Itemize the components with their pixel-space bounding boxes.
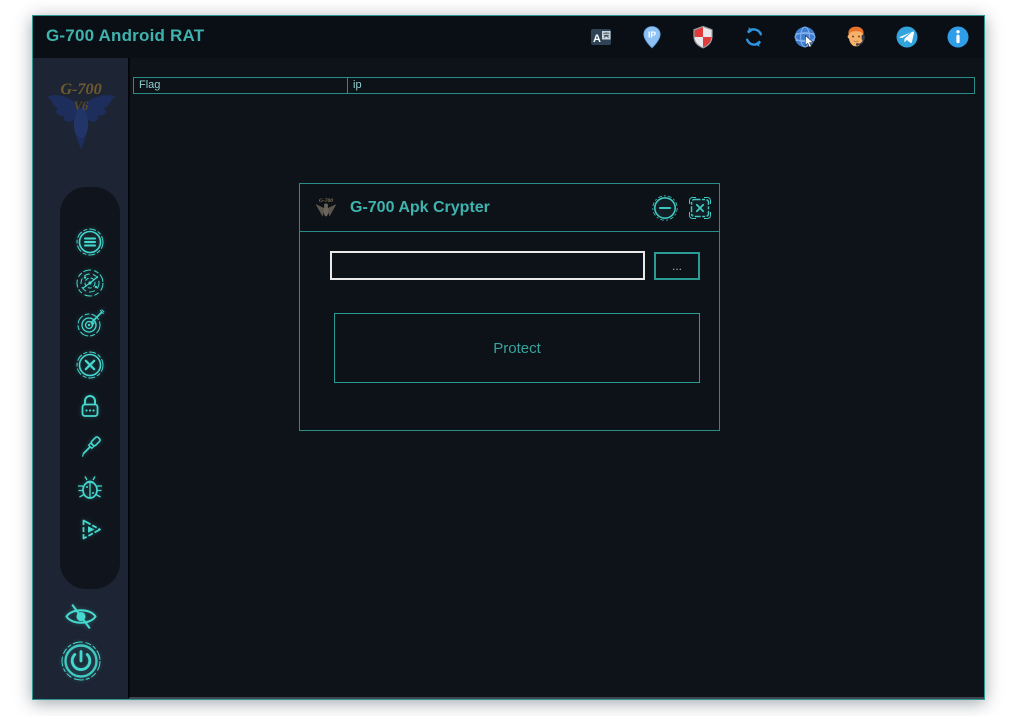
- window-body: G-700 V6: [33, 58, 984, 699]
- info-icon[interactable]: [945, 25, 970, 50]
- ip-pin-icon[interactable]: IP: [639, 25, 664, 50]
- column-header-ip[interactable]: ip: [348, 78, 974, 93]
- protect-button[interactable]: Protect: [334, 313, 700, 383]
- column-header-flag[interactable]: Flag: [134, 78, 348, 93]
- apk-crypter-dialog: G-700 G-700 Apk Crypter: [299, 183, 720, 431]
- app-window: G-700 Android RAT A IP: [32, 15, 985, 700]
- padlock-icon[interactable]: [75, 391, 105, 421]
- ip-pin-label: IP: [647, 30, 655, 40]
- eye-slash-icon[interactable]: [62, 602, 100, 636]
- dialog-title: G-700 Apk Crypter: [350, 184, 490, 232]
- globe-cursor-icon[interactable]: [792, 25, 817, 50]
- close-circle-icon[interactable]: [75, 350, 105, 380]
- translate-icon[interactable]: A: [588, 25, 613, 50]
- minimize-button[interactable]: [652, 195, 678, 221]
- injector-icon[interactable]: [75, 432, 105, 462]
- titlebar[interactable]: G-700 Android RAT A IP: [33, 16, 984, 58]
- menu-circle-icon[interactable]: [75, 227, 105, 257]
- close-button[interactable]: [688, 196, 712, 220]
- desktop-background: G-700 Android RAT A IP: [0, 0, 1019, 716]
- apk-path-input[interactable]: [330, 251, 645, 280]
- logo-version: V6: [73, 99, 88, 113]
- main-panel: Flag ip G-700: [128, 58, 984, 699]
- dialog-header[interactable]: G-700 G-700 Apk Crypter: [300, 184, 719, 232]
- play-build-icon[interactable]: [75, 514, 105, 544]
- sidebar-tool-rail: [60, 187, 120, 589]
- titlebar-toolbar: A IP: [588, 16, 970, 58]
- window-title: G-700 Android RAT: [46, 26, 204, 46]
- telegram-icon[interactable]: [894, 25, 919, 50]
- browse-button[interactable]: ...: [654, 252, 700, 280]
- app-logo: G-700 V6: [41, 71, 121, 158]
- dialog-logo-text: G-700: [319, 198, 333, 204]
- dialog-logo-icon: G-700: [312, 194, 340, 222]
- support-agent-icon[interactable]: [843, 25, 868, 50]
- translate-letter: A: [593, 33, 601, 45]
- logo-text: G-700: [60, 80, 101, 98]
- refresh-icon[interactable]: [741, 25, 766, 50]
- bug-icon[interactable]: [75, 473, 105, 503]
- sidebar: G-700 V6: [33, 58, 128, 699]
- power-icon[interactable]: [60, 640, 102, 687]
- antivirus-shield-icon[interactable]: [690, 25, 715, 50]
- radar-icon[interactable]: [75, 268, 105, 298]
- clients-table-header: Flag ip: [133, 77, 975, 94]
- target-arrow-icon[interactable]: [75, 309, 105, 339]
